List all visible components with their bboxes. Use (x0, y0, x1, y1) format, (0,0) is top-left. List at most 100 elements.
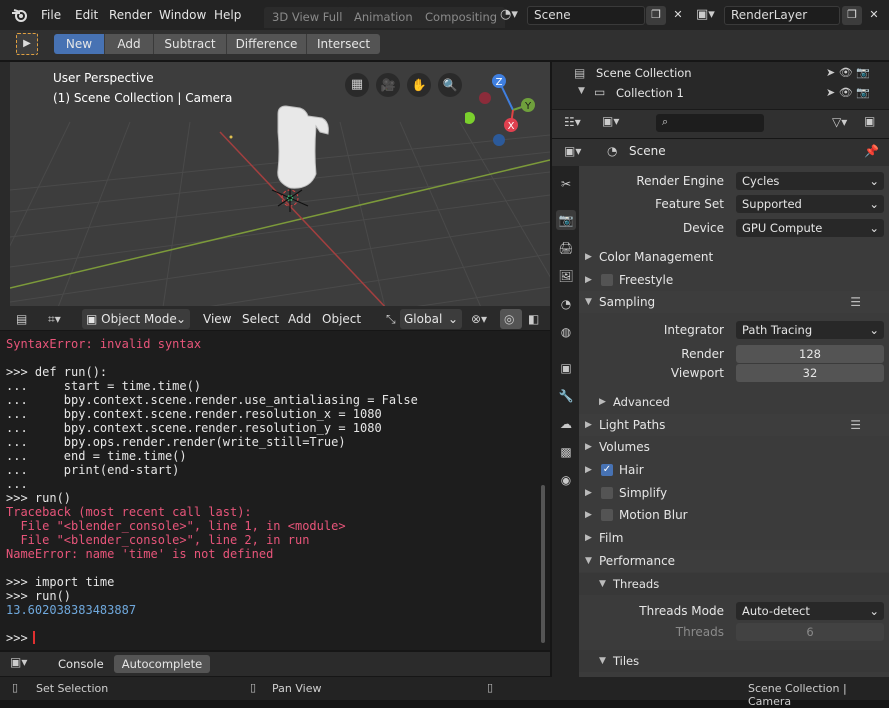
console-line: ... print(end-start) (6, 463, 180, 477)
orientation-dropdown[interactable]: Global ⌄ (400, 309, 462, 329)
subpanel-advanced[interactable]: ▶ Advanced (579, 391, 889, 413)
editor-type-icon[interactable]: ▤ (12, 309, 31, 329)
properties-type-icon[interactable]: ▣▾ (564, 144, 581, 158)
new-collection-icon[interactable]: ▣ (864, 114, 875, 128)
select-box-tool-icon[interactable]: ▶ (16, 33, 38, 55)
menu-add[interactable]: Add (284, 309, 315, 329)
modifier-tab-icon[interactable]: 🔧 (556, 386, 576, 406)
expand-arrow-icon[interactable]: ▼ (578, 86, 585, 96)
console-editor-type-icon[interactable]: ▣▾ (10, 655, 42, 673)
render-tab-icon[interactable]: 📷 (556, 210, 576, 230)
view-layer-selector-icon[interactable]: ▣▾ (696, 7, 715, 22)
subpanel-threads[interactable]: ▼ Threads (579, 573, 889, 595)
properties-editor-icon[interactable]: ▣▾ (602, 114, 619, 128)
zoom-view-icon[interactable]: 🔍 (438, 73, 462, 97)
menu-edit[interactable]: Edit (75, 8, 98, 22)
tab-3d-view-full[interactable]: 3D View Full (264, 7, 351, 28)
menu-select[interactable]: Select (238, 309, 283, 329)
view-layer-field[interactable]: RenderLayer (724, 6, 840, 25)
snapping-icon[interactable]: ⊗▾ (467, 309, 491, 329)
delete-view-layer-icon[interactable]: ✕ (864, 6, 884, 25)
delete-scene-icon[interactable]: ✕ (668, 6, 688, 25)
pan-view-icon[interactable]: ✋ (407, 73, 431, 97)
outliner-root-label[interactable]: Scene Collection (596, 66, 692, 80)
3d-viewport[interactable]: User Perspective (1) Scene Collection | … (10, 62, 550, 328)
world-tab-icon[interactable]: ◍ (556, 322, 576, 342)
scene-tab-icon[interactable]: ◔ (556, 294, 576, 314)
menu-view[interactable]: View (199, 309, 235, 329)
mode-new-button[interactable]: New (54, 34, 105, 54)
tool-tab-icon[interactable]: ✂ (556, 174, 576, 194)
subpanel-tiles[interactable]: ▼ Tiles (579, 650, 889, 672)
scene-selector-icon[interactable]: ◔▾ (500, 7, 518, 22)
render-samples-field[interactable]: 128 (736, 345, 884, 363)
object-tab-icon[interactable]: ▣ (556, 358, 576, 378)
new-view-layer-icon[interactable]: ❐ (842, 6, 862, 25)
constraints-tab-icon[interactable]: ◉ (556, 470, 576, 490)
presets-list-icon[interactable]: ☰ (850, 414, 861, 436)
outliner-display-icon[interactable]: ☷▾ (564, 115, 581, 129)
tab-autocomplete[interactable]: Autocomplete (114, 655, 210, 673)
menu-help[interactable]: Help (214, 8, 241, 22)
panel-light-paths[interactable]: ▶ Light Paths ☰ (579, 414, 889, 436)
tab-compositing[interactable]: Compositing (417, 7, 506, 28)
visibility-toggle-icon[interactable]: ➤ 👁 📷 (826, 86, 870, 99)
outliner-collection-label[interactable]: Collection 1 (616, 86, 684, 100)
output-tab-icon[interactable]: 🖨 (556, 238, 576, 258)
tab-console[interactable]: Console (58, 657, 104, 671)
search-input[interactable]: ⌕ (656, 114, 764, 132)
presets-list-icon[interactable]: ☰ (850, 291, 861, 313)
panel-volumes[interactable]: ▶ Volumes (579, 436, 889, 458)
mode-difference-button[interactable]: Difference (227, 34, 307, 54)
panel-freestyle[interactable]: ▶ Freestyle (579, 269, 889, 291)
menu-render[interactable]: Render (109, 8, 152, 22)
panel-hair[interactable]: ▶ ✓ Hair (579, 459, 889, 481)
panel-sampling[interactable]: ▼ Sampling ☰ (579, 291, 889, 313)
panel-motion-blur[interactable]: ▶ Motion Blur (579, 504, 889, 526)
proportional-edit-icon[interactable]: ◎ (500, 309, 522, 329)
overlay-icon[interactable]: ◧ (524, 309, 543, 329)
camera-view-icon[interactable]: 🎥 (376, 73, 400, 97)
select-toggle-icon[interactable]: ➤ 👁 📷 (826, 66, 870, 79)
device-dropdown[interactable]: GPU Compute ⌄ (736, 219, 884, 237)
particles-tab-icon[interactable]: ☁ (556, 414, 576, 434)
view-layer-tab-icon[interactable]: 🖼 (556, 266, 576, 286)
viewport-samples-field[interactable]: 32 (736, 364, 884, 382)
filter-icon[interactable]: ▽▾ (832, 115, 847, 129)
motion-blur-checkbox[interactable] (601, 509, 613, 521)
hair-checkbox[interactable]: ✓ (601, 464, 613, 476)
properties-context-label: Scene (629, 144, 666, 158)
panel-performance[interactable]: ▼ Performance (579, 550, 889, 572)
panel-simplify[interactable]: ▶ Simplify (579, 482, 889, 504)
panel-color-management[interactable]: ▶ Color Management (579, 246, 889, 268)
object-mode-dropdown[interactable]: ▣ Object Mode ⌄ (82, 309, 190, 329)
physics-tab-icon[interactable]: ▩ (556, 442, 576, 462)
freestyle-checkbox[interactable] (601, 274, 613, 286)
toggle-grid-icon[interactable]: ▦ (345, 73, 369, 97)
status-right-text: Scene Collection | Camera (748, 682, 847, 708)
simplify-checkbox[interactable] (601, 487, 613, 499)
chevron-down-icon: ⌄ (869, 604, 879, 618)
blender-logo-icon[interactable] (10, 7, 28, 23)
menu-file[interactable]: File (41, 8, 61, 22)
pin-icon[interactable]: 📌 (864, 144, 879, 158)
mode-subtract-button[interactable]: Subtract (154, 34, 227, 54)
console-line: >>> import time (6, 575, 115, 589)
mode-add-button[interactable]: Add (105, 34, 154, 54)
transform-pivot-icon[interactable]: ⌗▾ (44, 309, 65, 329)
mode-intersect-button[interactable]: Intersect (307, 34, 380, 54)
integrator-dropdown[interactable]: Path Tracing ⌄ (736, 321, 884, 339)
menu-object[interactable]: Object (318, 309, 365, 329)
threads-mode-dropdown[interactable]: Auto-detect ⌄ (736, 602, 884, 620)
render-engine-dropdown[interactable]: Cycles ⌄ (736, 172, 884, 190)
tab-animation[interactable]: Animation (346, 7, 421, 28)
panel-film[interactable]: ▶ Film (579, 527, 889, 549)
new-scene-icon[interactable]: ❐ (646, 6, 666, 25)
console-scrollbar[interactable] (541, 485, 545, 643)
feature-set-dropdown[interactable]: Supported ⌄ (736, 195, 884, 213)
python-console[interactable]: SyntaxError: invalid syntax >>> def run()… (0, 331, 550, 650)
scene-name-field[interactable]: Scene (527, 6, 645, 25)
navigation-gizmo[interactable]: Z Y X (465, 70, 545, 150)
menu-window[interactable]: Window (159, 8, 206, 22)
outliner[interactable]: ▤ Scene Collection ▼ ▭ Collection 1 ➤ 👁 … (552, 62, 889, 110)
